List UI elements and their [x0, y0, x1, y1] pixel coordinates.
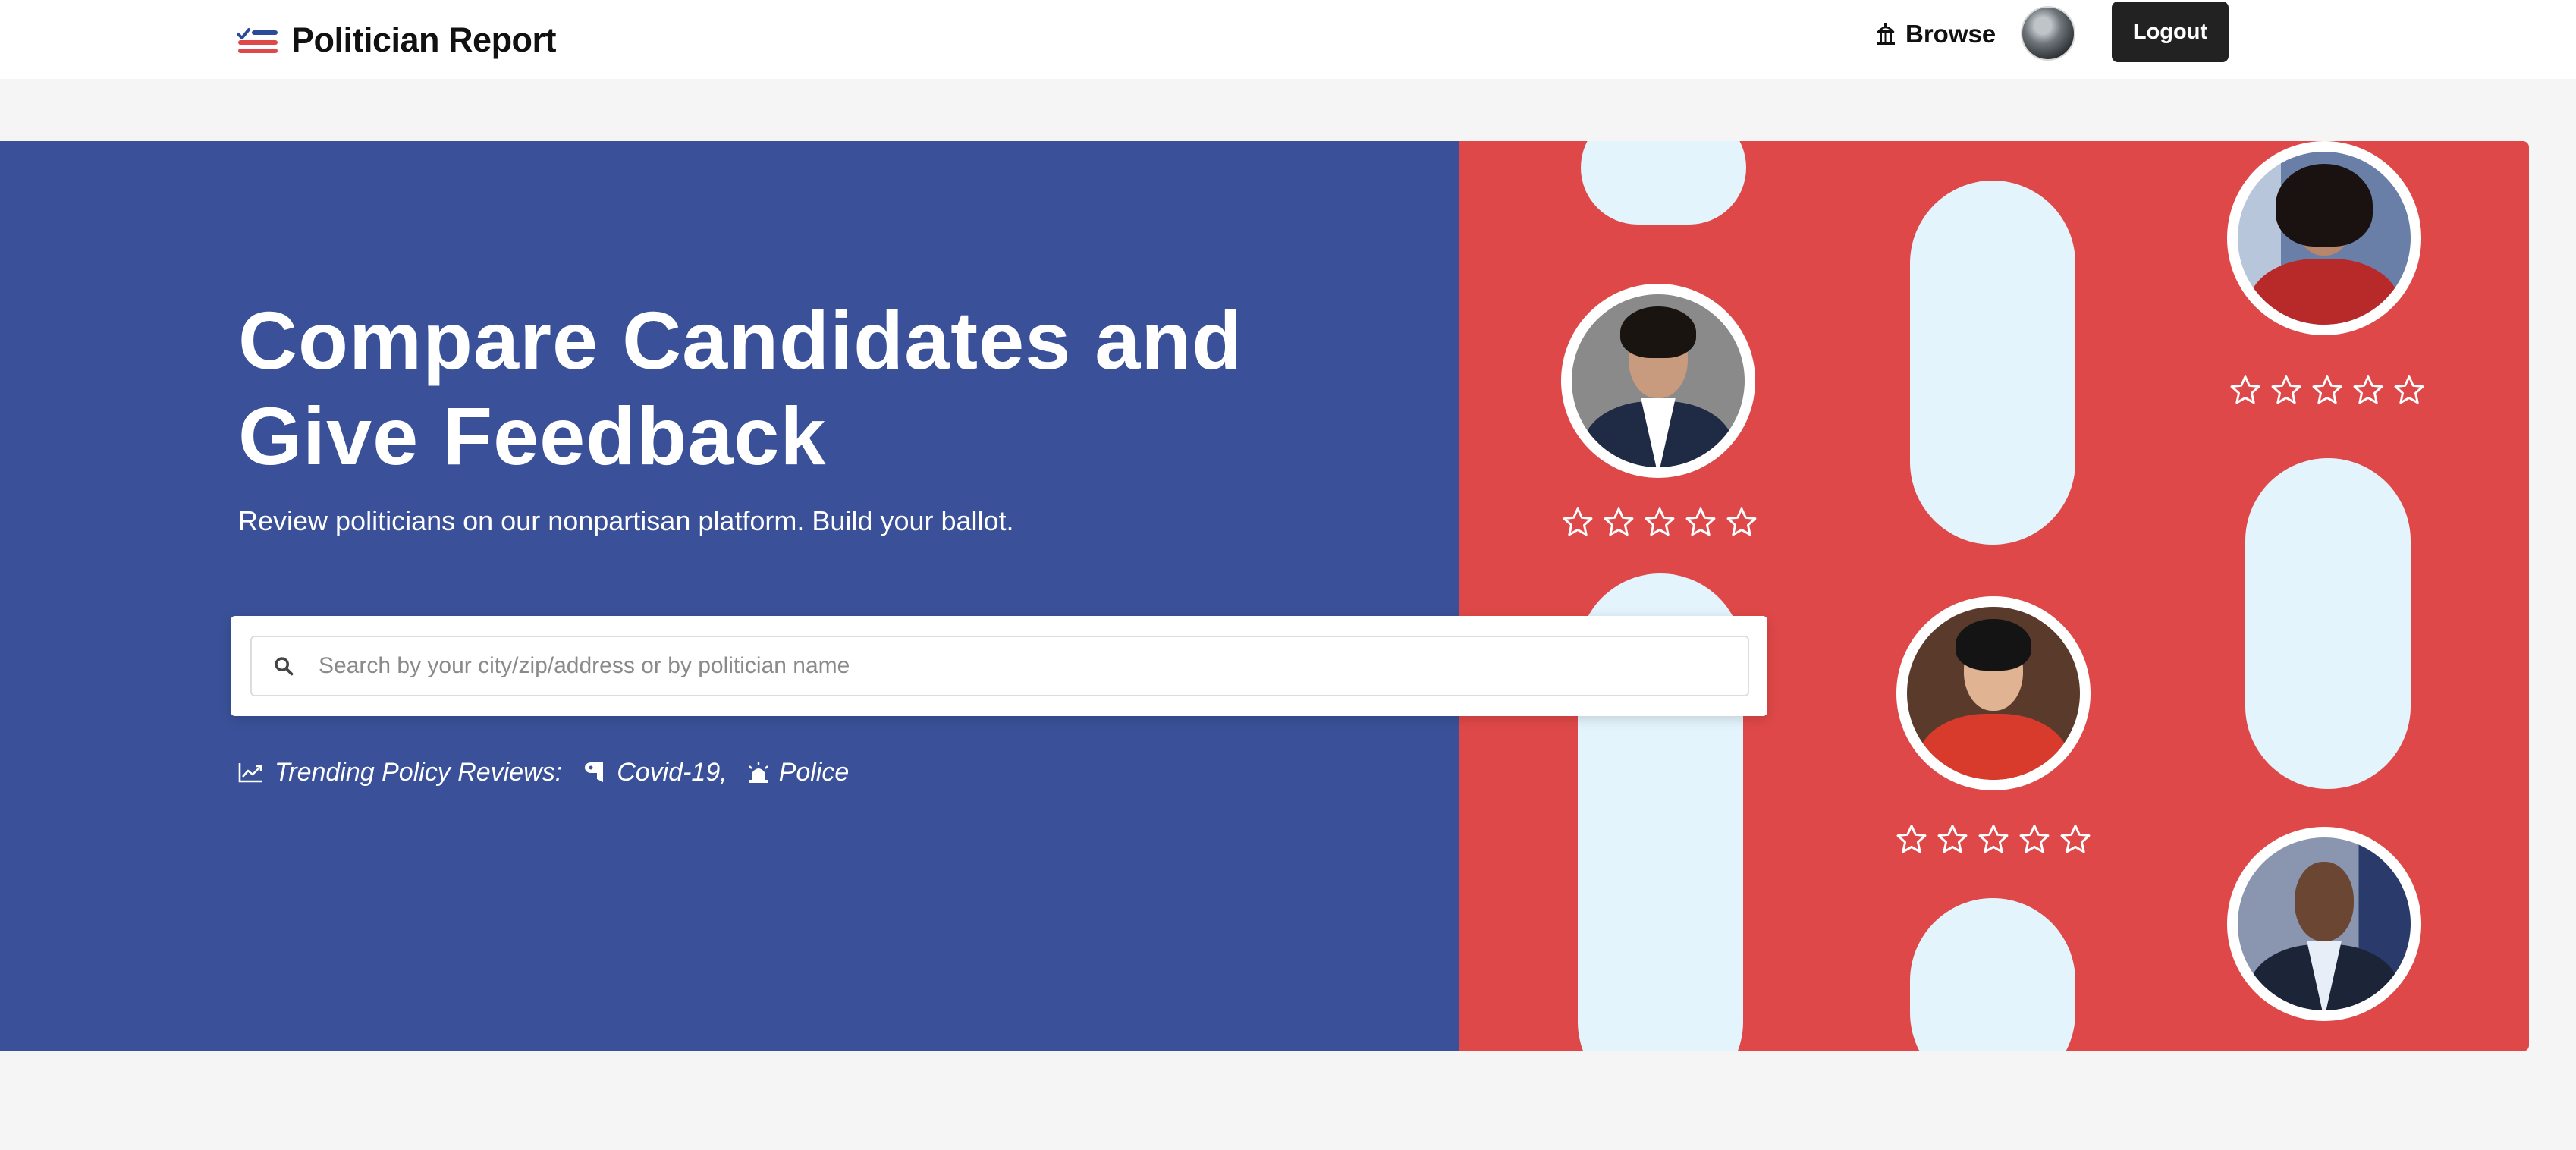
brand-home-link[interactable]: Politician Report — [237, 20, 557, 61]
hero-left-panel — [0, 141, 1459, 1051]
search-box[interactable] — [250, 636, 1749, 696]
trending-item-label: Covid-19, — [617, 757, 727, 787]
star-icon[interactable] — [2270, 373, 2303, 407]
user-avatar[interactable] — [2021, 6, 2075, 61]
trending-item-label: Police — [778, 757, 850, 787]
search-icon — [275, 657, 294, 676]
politician-portrait[interactable] — [2227, 141, 2421, 335]
trending-link-covid[interactable]: Covid-19, — [583, 758, 727, 787]
siren-icon — [748, 762, 768, 783]
star-icon[interactable] — [2059, 822, 2092, 856]
star-icon[interactable] — [2351, 373, 2385, 407]
star-rating[interactable] — [1561, 505, 1758, 539]
politician-photo — [2238, 837, 2411, 1010]
star-icon[interactable] — [1895, 822, 1928, 856]
politician-photo — [1572, 294, 1745, 467]
decorative-pill — [1910, 898, 2075, 1051]
search-input[interactable] — [319, 643, 1748, 689]
hero-title: Compare Candidates and Give Feedback — [238, 294, 1243, 482]
decorative-pill — [1910, 181, 2075, 545]
browse-label: Browse — [1905, 20, 1996, 48]
politician-portrait[interactable] — [2227, 827, 2421, 1021]
decorative-pill — [1581, 141, 1746, 225]
politician-photo — [1907, 607, 2080, 780]
trending-policy-reviews: Trending Policy Reviews: Covid-19, Polic… — [238, 756, 849, 789]
star-rating[interactable] — [2229, 373, 2426, 407]
star-icon[interactable] — [1602, 505, 1635, 539]
star-icon[interactable] — [1936, 822, 1969, 856]
search-card — [231, 616, 1767, 716]
decorative-pill — [2245, 458, 2411, 789]
browse-link[interactable]: Browse — [1875, 17, 1996, 52]
star-icon[interactable] — [1684, 505, 1717, 539]
capitol-icon — [1877, 23, 1895, 45]
trending-label: Trending Policy Reviews: — [275, 757, 563, 787]
logo-checklist-icon — [237, 28, 278, 53]
politician-photo — [2238, 152, 2411, 325]
hero-subtitle: Review politicians on our nonpartisan pl… — [238, 505, 1014, 536]
politician-portrait[interactable] — [1561, 284, 1755, 478]
star-icon[interactable] — [1977, 822, 2010, 856]
star-icon[interactable] — [1643, 505, 1676, 539]
star-icon[interactable] — [1725, 505, 1758, 539]
toilet-paper-icon — [585, 762, 604, 782]
logout-button[interactable]: Logout — [2112, 2, 2229, 62]
brand-name: Politician Report — [291, 20, 557, 59]
star-icon[interactable] — [2392, 373, 2426, 407]
trending-chart-icon — [238, 763, 262, 783]
trending-link-police[interactable]: Police — [746, 757, 850, 787]
top-nav-bar: Politician Report Browse Logout — [0, 0, 2576, 79]
hero-right-panel — [1459, 141, 2529, 1051]
politician-portrait[interactable] — [1896, 596, 2091, 790]
star-icon[interactable] — [1561, 505, 1594, 539]
star-icon[interactable] — [2311, 373, 2344, 407]
star-icon[interactable] — [2018, 822, 2051, 856]
star-icon[interactable] — [2229, 373, 2262, 407]
star-rating[interactable] — [1895, 822, 2092, 856]
